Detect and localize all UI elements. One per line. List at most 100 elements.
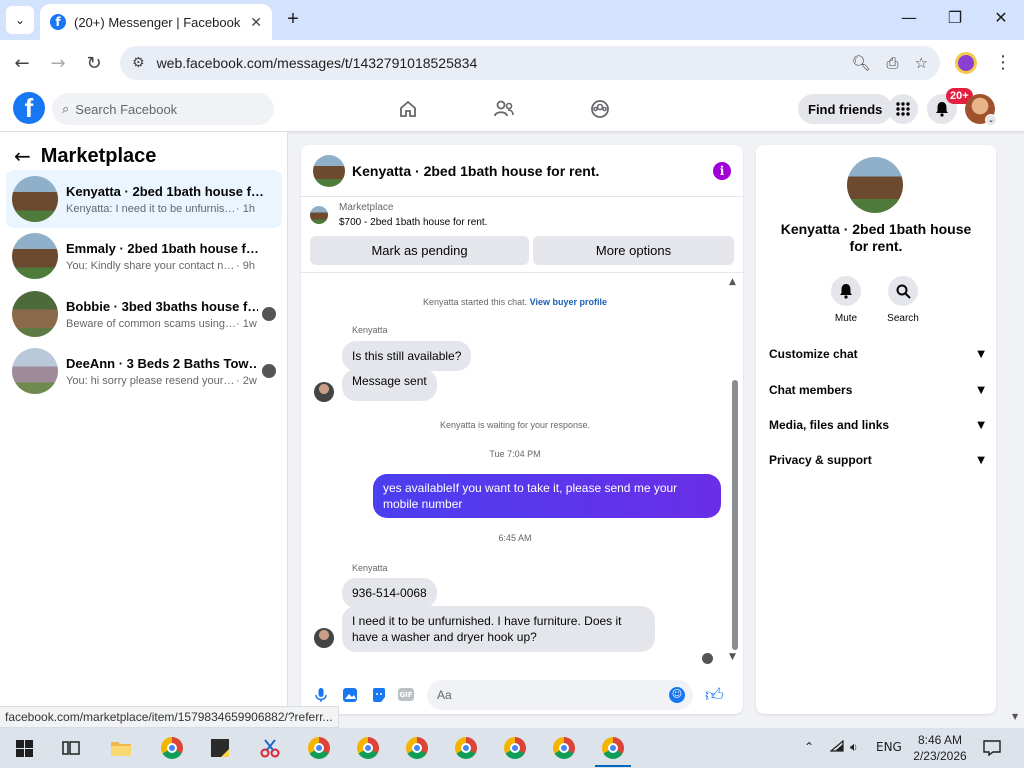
account-chevron-icon[interactable]: ⌄ xyxy=(985,114,997,126)
tab-close-icon[interactable]: ✕ xyxy=(250,14,262,31)
thread-time: · 1w xyxy=(236,317,257,330)
address-bar[interactable]: ⚙ web.facebook.com/messages/t/1432791018… xyxy=(120,46,940,80)
site-settings-icon[interactable]: ⚙ xyxy=(132,55,145,71)
microphone-icon[interactable] xyxy=(311,685,331,705)
chat-members-row[interactable]: Chat members ▼ xyxy=(769,383,985,397)
more-options-button[interactable]: More options xyxy=(533,236,734,265)
chat-title[interactable]: Kenyatta · 2bed 1bath house for rent. xyxy=(352,163,713,179)
menu-grid-icon[interactable] xyxy=(888,94,918,124)
scroll-up-arrow-icon[interactable]: ▲ xyxy=(729,277,736,287)
tab-title: (20+) Messenger | Facebook xyxy=(74,14,241,30)
incoming-message[interactable]: Is this still available? xyxy=(342,341,472,371)
back-arrow-icon[interactable]: ← xyxy=(14,144,31,168)
customize-chat-row[interactable]: Customize chat ▼ xyxy=(769,347,985,361)
chat-panel: Kenyatta · 2bed 1bath house for rent. i … xyxy=(301,145,743,714)
groups-icon[interactable] xyxy=(588,97,612,121)
chrome-profile-icon[interactable] xyxy=(305,734,333,762)
marketplace-listing[interactable]: Marketplace $700 - 2bed 1bath house for … xyxy=(310,202,487,228)
search-icon[interactable] xyxy=(888,276,918,306)
reload-icon[interactable]: ↻ xyxy=(81,50,107,76)
incoming-message[interactable]: 936-514-0068 xyxy=(342,578,437,608)
chrome-profile-icon[interactable] xyxy=(501,734,529,762)
browser-menu-icon[interactable]: ⋮ xyxy=(994,52,1012,73)
zoom-icon[interactable]: 🔍︎ xyxy=(851,54,870,72)
bookmark-star-icon[interactable]: ☆ xyxy=(915,54,928,72)
mute-label: Mute xyxy=(834,313,858,324)
minimize-icon[interactable]: — xyxy=(894,8,924,27)
thread-time: · 2w xyxy=(236,374,257,387)
chat-scrollbar[interactable] xyxy=(732,380,738,650)
snipping-tool-icon[interactable] xyxy=(256,734,284,762)
mark-as-pending-button[interactable]: Mark as pending xyxy=(310,236,529,265)
find-friends-button[interactable]: Find friends xyxy=(798,94,893,124)
sender-avatar[interactable] xyxy=(314,382,334,402)
volume-icon[interactable]: 🔉︎ xyxy=(850,740,858,755)
notifications-center-icon[interactable] xyxy=(978,734,1006,762)
media-files-links-row[interactable]: Media, files and links ▼ xyxy=(769,418,985,432)
back-arrow-icon[interactable]: ← xyxy=(9,50,35,76)
file-explorer-icon[interactable] xyxy=(107,734,135,762)
clock-time: 8:46 AM xyxy=(917,733,963,747)
install-app-icon[interactable]: ⎙ xyxy=(887,54,899,72)
scroll-down-arrow-icon[interactable]: ▼ xyxy=(729,652,736,662)
thread-name: Bobbie · 3bed 3baths house for ... xyxy=(66,298,258,314)
chat-thread-emmaly[interactable]: Emmaly · 2bed 1bath house for rent. You:… xyxy=(6,227,282,285)
windows-start-icon[interactable] xyxy=(10,734,38,762)
bell-icon[interactable] xyxy=(831,276,861,306)
photo-icon[interactable] xyxy=(340,685,360,705)
browser-tab[interactable]: f (20+) Messenger | Facebook ✕ xyxy=(40,4,272,40)
new-tab-plus-icon[interactable]: + xyxy=(282,8,304,30)
emoji-icon[interactable]: ☺ xyxy=(669,686,685,703)
chat-thread-kenyatta[interactable]: Kenyatta · 2bed 1bath house for re... Ke… xyxy=(6,170,282,228)
tab-search-chevron-icon[interactable]: ⌄ xyxy=(6,6,34,34)
view-buyer-profile-link[interactable]: View buyer profile xyxy=(530,297,607,307)
thread-name: Emmaly · 2bed 1bath house for rent. xyxy=(66,240,266,256)
chat-thread-bobbie[interactable]: Bobbie · 3bed 3baths house for ... Bewar… xyxy=(6,285,282,343)
tray-overflow-chevron-icon[interactable]: ⌃ xyxy=(804,740,814,754)
outgoing-message[interactable]: yes availableIf you want to take it, ple… xyxy=(373,474,721,518)
restore-icon[interactable]: ❐ xyxy=(940,8,970,27)
chrome-active-icon[interactable] xyxy=(599,734,627,762)
home-icon[interactable] xyxy=(396,97,420,121)
sticker-icon[interactable] xyxy=(369,685,389,705)
conversation-info-icon[interactable]: i xyxy=(713,161,731,180)
incoming-message[interactable]: Message sent xyxy=(342,369,437,401)
window-close-icon[interactable]: ✕ xyxy=(986,8,1016,27)
browser-toolbar: ← → ↻ ⚙ web.facebook.com/messages/t/1432… xyxy=(0,40,1024,86)
privacy-support-row[interactable]: Privacy & support ▼ xyxy=(769,453,985,467)
chat-avatar[interactable] xyxy=(313,154,345,187)
chevron-down-icon: ▼ xyxy=(977,454,985,466)
incoming-message[interactable]: I need it to be unfurnished. I have furn… xyxy=(342,606,655,652)
chat-thread-deeann[interactable]: DeeAnn · 3 Beds 2 Baths Townh... You: hi… xyxy=(6,342,282,400)
thread-thumbnail xyxy=(12,176,58,222)
system-clock[interactable]: 8:46 AM 2/23/2026 xyxy=(906,732,974,764)
listing-avatar[interactable] xyxy=(847,157,903,213)
facebook-search-input[interactable] xyxy=(75,101,246,117)
mute-action[interactable]: Mute xyxy=(821,276,871,324)
facebook-logo-icon[interactable]: f xyxy=(13,92,45,124)
gif-icon[interactable]: GIF xyxy=(398,688,414,701)
timestamp: Tue 7:04 PM xyxy=(489,449,541,459)
sticky-notes-icon[interactable] xyxy=(206,734,234,762)
chrome-profile-icon[interactable] xyxy=(354,734,382,762)
waiting-response-notice: Kenyatta is waiting for your response. xyxy=(439,420,591,430)
chrome-profile-icon[interactable] xyxy=(403,734,431,762)
message-input[interactable] xyxy=(437,687,657,702)
sender-avatar[interactable] xyxy=(314,628,334,648)
profile-avatar-icon[interactable] xyxy=(955,52,977,74)
chrome-profile-icon[interactable] xyxy=(158,734,186,762)
thumbs-up-icon[interactable]: 👍︎ xyxy=(705,684,724,706)
chrome-profile-icon[interactable] xyxy=(452,734,480,762)
search-action[interactable]: Search xyxy=(878,276,928,324)
page-scroll-down-icon[interactable]: ▼ xyxy=(1012,712,1018,721)
network-icon[interactable] xyxy=(829,739,844,755)
language-indicator[interactable]: ENG xyxy=(876,740,902,754)
forward-arrow-icon[interactable]: → xyxy=(45,50,71,76)
sidebar-title: Marketplace xyxy=(40,144,157,167)
row-label: Customize chat xyxy=(769,347,858,361)
task-view-icon[interactable] xyxy=(57,734,85,762)
friends-icon[interactable] xyxy=(492,97,516,121)
url-text[interactable]: web.facebook.com/messages/t/143279101852… xyxy=(157,55,836,71)
chrome-profile-icon[interactable] xyxy=(550,734,578,762)
facebook-search[interactable]: ⌕ xyxy=(52,93,274,125)
